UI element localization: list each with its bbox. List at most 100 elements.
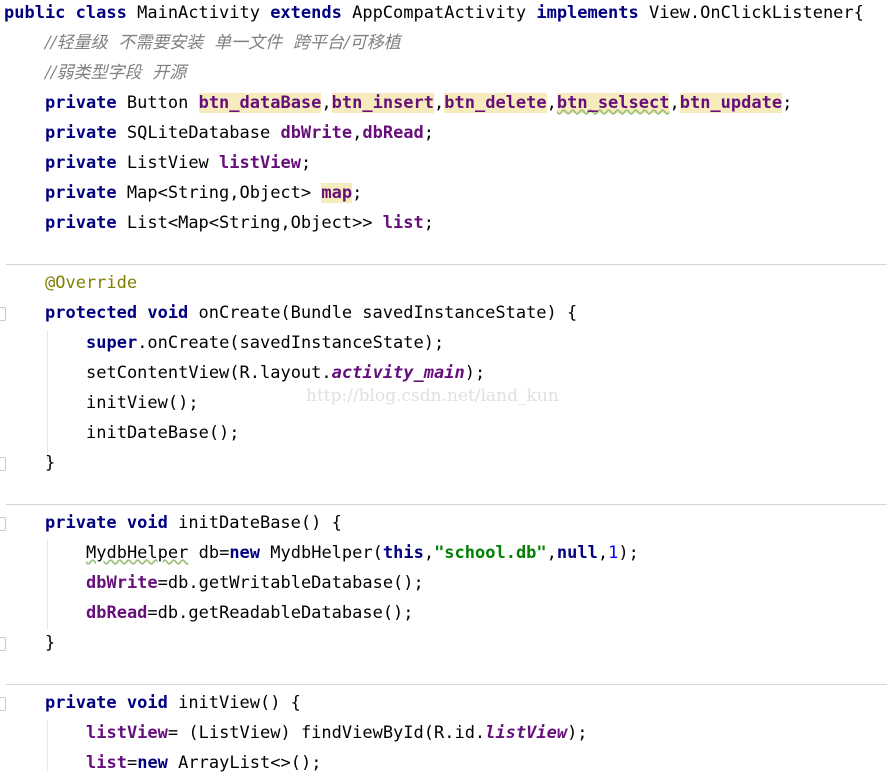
method-call: setContentView(R.layout. bbox=[86, 363, 332, 383]
code-line-db-fields[interactable]: private SQLiteDatabase dbWrite,dbRead; bbox=[45, 118, 434, 148]
code-line-list-assign[interactable]: list=new ArrayList<>(); bbox=[86, 748, 321, 778]
code-comment[interactable]: //轻量级 不需要安装 单一文件 跨平台/可移植 bbox=[45, 28, 401, 58]
keyword: private bbox=[45, 93, 117, 113]
keyword: new bbox=[229, 543, 261, 563]
watermark: http://blog.csdn.net/land_kun bbox=[306, 386, 559, 406]
code-line-oncreate-signature[interactable]: protected void onCreate(Bundle savedInst… bbox=[45, 298, 577, 328]
field-name: dbWrite bbox=[86, 573, 158, 593]
code-line-map-field[interactable]: private Map<String,Object> map; bbox=[45, 178, 362, 208]
method-call: =db.getReadableDatabase(); bbox=[147, 603, 414, 623]
code-line-findviewbyid[interactable]: listView= (ListView) findViewById(R.id.l… bbox=[86, 718, 588, 748]
keyword: extends bbox=[270, 3, 342, 23]
keyword: private bbox=[45, 153, 117, 173]
indent-guide bbox=[47, 720, 48, 771]
code-line-super-call[interactable]: super.onCreate(savedInstanceState); bbox=[86, 328, 444, 358]
number-literal: 1 bbox=[608, 543, 619, 563]
super-class: AppCompatActivity bbox=[352, 3, 527, 23]
punctuation: ); bbox=[618, 543, 639, 563]
method-separator bbox=[6, 684, 887, 685]
field-name: dbRead bbox=[86, 603, 148, 623]
method-signature: initView() { bbox=[178, 693, 301, 713]
type-name: List<Map<String,Object>> bbox=[126, 213, 373, 233]
field-name: list bbox=[86, 753, 127, 773]
keyword: implements bbox=[536, 3, 639, 23]
static-field: activity_main bbox=[331, 363, 465, 383]
code-editor[interactable]: public class MainActivity extends AppCom… bbox=[0, 0, 887, 773]
punctuation: , bbox=[423, 543, 435, 563]
type-name: SQLiteDatabase bbox=[126, 123, 271, 143]
fold-marker-icon[interactable] bbox=[0, 307, 6, 321]
field-name: btn_update bbox=[679, 93, 783, 113]
code-comment[interactable]: //弱类型字段 开源 bbox=[45, 58, 186, 88]
punctuation: ); bbox=[567, 723, 588, 743]
punctuation: ); bbox=[464, 363, 486, 383]
code-line-initdb-call[interactable]: initDateBase(); bbox=[86, 418, 240, 448]
field-name: btn_selsect bbox=[556, 93, 670, 113]
keyword: protected void bbox=[45, 303, 189, 323]
method-call: .onCreate(savedInstanceState); bbox=[137, 333, 445, 353]
annotation[interactable]: @Override bbox=[45, 268, 137, 298]
keyword: super bbox=[86, 333, 138, 353]
keyword: private bbox=[45, 213, 117, 233]
constructor-call: ArrayList<>(); bbox=[167, 753, 322, 773]
method-separator bbox=[6, 504, 887, 505]
semicolon: ; bbox=[300, 153, 312, 173]
semicolon: ; bbox=[423, 213, 434, 233]
class-name: MainActivity bbox=[137, 3, 260, 23]
code-line-dbread-assign[interactable]: dbRead=db.getReadableDatabase(); bbox=[86, 598, 414, 628]
keyword: this bbox=[382, 543, 424, 563]
field-name: btn_insert bbox=[331, 93, 435, 113]
keyword: new bbox=[137, 753, 168, 773]
keyword: private bbox=[45, 183, 117, 203]
code-line-initview-call[interactable]: initView(); bbox=[86, 388, 199, 418]
type-name: Map<String,Object> bbox=[126, 183, 312, 203]
method-signature: initDateBase() { bbox=[178, 513, 342, 533]
semicolon: ; bbox=[782, 93, 793, 113]
constructor-call: MydbHelper( bbox=[260, 543, 383, 563]
static-field: listView bbox=[485, 723, 568, 743]
code-line-setcontentview[interactable]: setContentView(R.layout.activity_main); bbox=[86, 358, 485, 388]
interface-name: View.OnClickListener{ bbox=[648, 3, 864, 23]
code-line-helper-instantiation[interactable]: MydbHelper db=new MydbHelper(this,"schoo… bbox=[86, 538, 639, 568]
fold-marker-icon[interactable] bbox=[0, 517, 6, 531]
field-name: list bbox=[382, 213, 424, 233]
method-separator bbox=[6, 264, 887, 265]
field-name: dbWrite bbox=[280, 123, 353, 143]
keyword: class bbox=[75, 3, 127, 23]
code-line-list-field[interactable]: private List<Map<String,Object>> list; bbox=[45, 208, 434, 238]
keyword: null bbox=[556, 543, 598, 563]
field-name: map bbox=[321, 183, 353, 203]
punctuation: = bbox=[126, 753, 138, 773]
punctuation: , bbox=[597, 543, 609, 563]
method-call: =db.getWritableDatabase(); bbox=[157, 573, 424, 593]
closing-brace[interactable]: } bbox=[45, 448, 55, 478]
code-line-listview-field[interactable]: private ListView listView; bbox=[45, 148, 311, 178]
closing-brace[interactable]: } bbox=[45, 628, 55, 658]
field-name: dbRead bbox=[362, 123, 424, 143]
code-line-button-fields[interactable]: private Button btn_dataBase,btn_insert,b… bbox=[45, 88, 792, 118]
type-name: Button bbox=[126, 93, 189, 113]
keyword: private void bbox=[45, 693, 168, 713]
semicolon: ; bbox=[352, 183, 363, 203]
method-call: = (ListView) findViewById(R.id. bbox=[167, 723, 486, 743]
code-line-dbwrite-assign[interactable]: dbWrite=db.getWritableDatabase(); bbox=[86, 568, 424, 598]
fold-marker-icon[interactable] bbox=[0, 457, 6, 471]
fold-marker-icon[interactable] bbox=[0, 637, 6, 651]
keyword: public bbox=[4, 3, 66, 23]
field-name: listView bbox=[219, 153, 301, 173]
field-name: btn_dataBase bbox=[198, 93, 322, 113]
punctuation: , bbox=[546, 543, 557, 563]
fold-marker-icon[interactable] bbox=[0, 697, 6, 711]
code-line-class-declaration[interactable]: public class MainActivity extends AppCom… bbox=[4, 0, 864, 28]
variable: db= bbox=[188, 543, 230, 563]
code-line-initview-signature[interactable]: private void initView() { bbox=[45, 688, 301, 718]
type-name: ListView bbox=[126, 153, 209, 173]
string-literal: "school.db" bbox=[434, 543, 547, 563]
field-name: btn_delete bbox=[444, 93, 547, 113]
type-name: MydbHelper bbox=[86, 543, 189, 563]
method-signature: onCreate(Bundle savedInstanceState) { bbox=[198, 303, 578, 323]
code-line-initdb-signature[interactable]: private void initDateBase() { bbox=[45, 508, 342, 538]
keyword: private void bbox=[45, 513, 168, 533]
field-name: listView bbox=[86, 723, 168, 743]
keyword: private bbox=[45, 123, 117, 143]
